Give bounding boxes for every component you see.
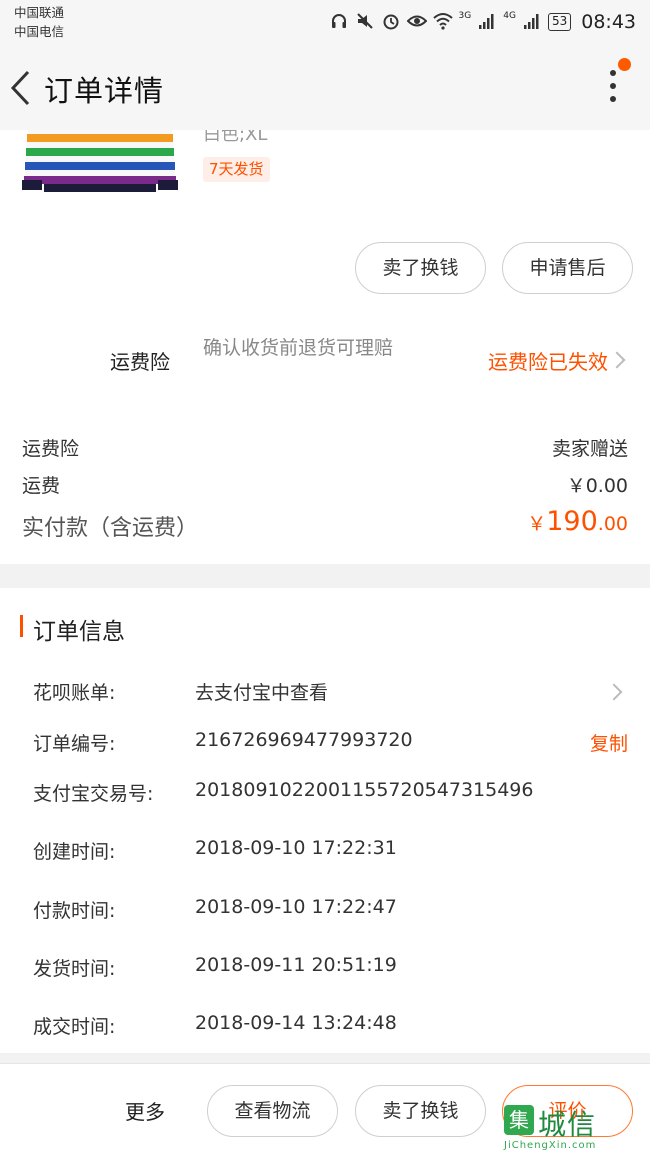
total-label: 实付款（含运费）	[22, 516, 199, 541]
more-options-button[interactable]	[598, 58, 631, 108]
signal-4g-icon: 4G	[503, 11, 516, 21]
more-actions-button[interactable]: 更多	[125, 1096, 165, 1125]
insurance-fee-row: 运费险 卖家赠送	[22, 434, 628, 464]
watermark-logo: 集	[504, 1105, 534, 1135]
carrier-1: 中国联通	[14, 5, 65, 20]
info-key: 花呗账单:	[33, 682, 116, 704]
insurance-description: 确认收货前退货可理赔	[203, 337, 394, 359]
notification-badge	[618, 58, 631, 71]
ship-time-tag: 7天发货	[203, 157, 270, 182]
total-amount: ￥190.00	[527, 506, 628, 537]
section-title: 订单信息	[33, 619, 125, 645]
info-value: 去支付宝中查看	[195, 682, 329, 704]
site-watermark: 集 城信 JiChengXin.com	[504, 1103, 642, 1153]
total-integer: 190	[546, 506, 598, 537]
view-logistics-button[interactable]: 查看物流	[207, 1085, 338, 1137]
info-row-paid: 付款时间: 2018-09-10 17:22:47	[33, 896, 633, 928]
fee-value: ￥0.00	[566, 475, 628, 497]
section-accent-bar	[20, 615, 23, 637]
info-row-completed: 成交时间: 2018-09-14 13:24:48	[33, 1012, 633, 1044]
info-key: 付款时间:	[33, 900, 116, 922]
fee-value: 卖家赠送	[551, 438, 628, 460]
watermark-text: 城信	[538, 1108, 597, 1141]
fee-label: 运费	[22, 475, 61, 497]
sell-button[interactable]: 卖了换钱	[355, 1085, 486, 1137]
fee-label: 运费险	[22, 438, 80, 460]
info-value: 216726969477993720	[195, 729, 413, 751]
signal-bars-2-icon	[522, 12, 542, 32]
total-decimal: .00	[597, 513, 628, 535]
status-bar: 中国联通 中国电信 3G 4G 53 08:43	[0, 0, 650, 44]
info-value: 2018-09-14 13:24:48	[195, 1012, 397, 1034]
info-key: 成交时间:	[33, 1016, 116, 1038]
info-row-huabei[interactable]: 花呗账单: 去支付宝中查看	[33, 678, 633, 710]
battery-icon: 53	[547, 13, 572, 31]
app-header: 订单详情	[0, 44, 650, 130]
info-key: 支付宝交易号:	[33, 783, 154, 805]
alarm-icon	[381, 12, 401, 32]
wifi-icon	[432, 12, 453, 32]
product-image[interactable]	[22, 130, 178, 198]
info-value: 2018-09-11 20:51:19	[195, 954, 397, 976]
info-row-order-no: 订单编号: 216726969477993720 复制	[33, 729, 633, 761]
shipping-insurance-row[interactable]: 运费险 确认收货前退货可理赔 运费险已失效	[0, 315, 650, 411]
more-dots-icon	[610, 70, 616, 76]
info-row-shipped: 发货时间: 2018-09-11 20:51:19	[33, 954, 633, 986]
info-key: 创建时间:	[33, 841, 116, 863]
info-row-alipay-no: 支付宝交易号: 2018091022001155720547315496	[33, 779, 633, 811]
order-info-card: 订单信息 花呗账单: 去支付宝中查看 订单编号: 216726969477993…	[0, 588, 650, 1053]
info-value: 2018-09-10 17:22:31	[195, 837, 397, 859]
chevron-right-icon	[605, 683, 623, 701]
carrier-names: 中国联通 中国电信	[14, 3, 64, 41]
chevron-right-icon	[608, 351, 626, 369]
shipping-fee-row: 运费 ￥0.00	[22, 471, 628, 501]
more-dot	[610, 96, 616, 102]
product-sku: 白色;XL	[203, 130, 268, 145]
sell-item-button[interactable]: 卖了换钱	[355, 242, 486, 294]
total-currency: ￥	[527, 513, 547, 535]
info-key: 发货时间:	[33, 958, 116, 980]
after-sale-button[interactable]: 申请售后	[502, 242, 633, 294]
back-button[interactable]	[4, 66, 40, 110]
clock: 08:43	[581, 11, 636, 33]
info-row-created: 创建时间: 2018-09-10 17:22:31	[33, 837, 633, 869]
watermark-url: JiChengXin.com	[504, 1140, 597, 1151]
mute-icon	[355, 12, 375, 32]
page-title: 订单详情	[44, 74, 165, 108]
headphones-icon	[329, 12, 349, 32]
insurance-status: 运费险已失效	[488, 350, 608, 374]
signal-3g-icon: 3G	[458, 11, 472, 21]
eye-icon	[406, 12, 427, 32]
insurance-label: 运费险	[110, 350, 170, 374]
info-key: 订单编号:	[33, 733, 116, 755]
order-item-card: 白色;XL 7天发货 卖了换钱 申请售后 运费险 确认收货前退货可理赔 运费险已…	[0, 130, 650, 564]
more-dot	[610, 83, 616, 89]
total-paid-row: 实付款（含运费） ￥190.00	[22, 506, 628, 546]
carrier-2: 中国电信	[14, 24, 65, 39]
info-value: 2018091022001155720547315496	[195, 779, 534, 801]
signal-bars-icon	[477, 12, 497, 32]
copy-button[interactable]: 复制	[590, 729, 628, 756]
chevron-left-icon	[10, 70, 30, 106]
info-value: 2018-09-10 17:22:47	[195, 896, 397, 918]
status-icons: 3G 4G 53 08:43	[329, 8, 636, 36]
